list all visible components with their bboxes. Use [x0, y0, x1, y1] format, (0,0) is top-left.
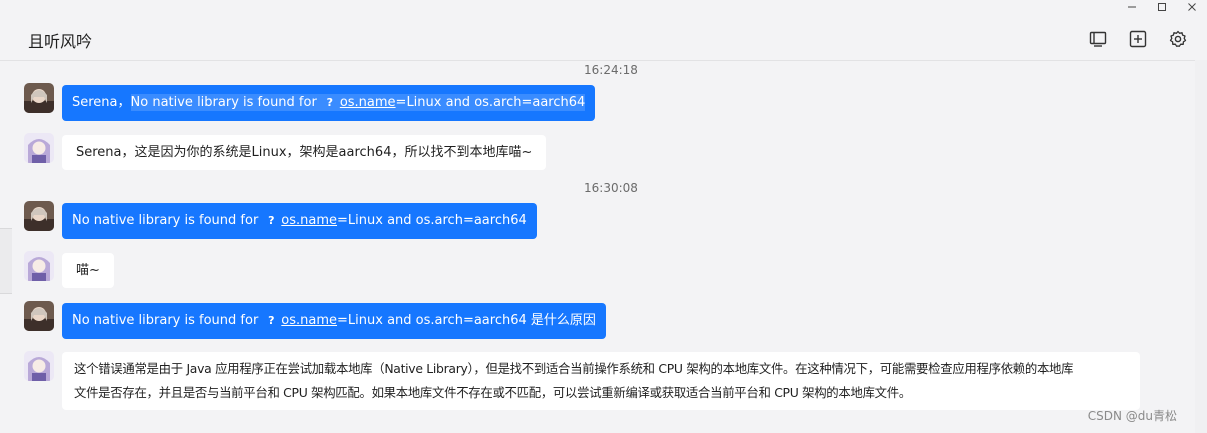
header-toolbar — [1087, 28, 1189, 50]
message-link[interactable]: os.name — [281, 313, 337, 328]
left-panel-edge — [0, 228, 12, 294]
minimize-icon[interactable] — [1117, 0, 1147, 14]
user-avatar[interactable] — [24, 301, 54, 331]
message-bubble-sent[interactable]: No native library is found for? os.name=L… — [62, 203, 537, 239]
selected-text: No native library is found for? os.name=L… — [130, 94, 586, 111]
message-text: Serena， — [72, 95, 131, 110]
message-bubble-sent[interactable]: Serena，No native library is found for? os… — [62, 85, 596, 121]
timestamp: 16:30:08 — [584, 181, 638, 195]
message-text: =Linux and os.arch=aarch64 是什么原因 — [337, 313, 596, 328]
message-text: =Linux and os.arch=aarch64 — [395, 95, 586, 110]
message-text: No native library is found for — [130, 95, 317, 110]
settings-icon[interactable] — [1167, 28, 1189, 50]
user-avatar[interactable] — [24, 83, 54, 113]
message-text: =Linux and os.arch=aarch64 — [337, 213, 527, 228]
message-text: 这个错误通常是由于 Java 应用程序正在尝试加载本地库（Native Libr… — [74, 361, 1074, 376]
chat-title: 且听风吟 — [28, 32, 93, 51]
message-text: No native library is found for — [72, 213, 259, 228]
message-bubble-received[interactable]: Serena，这是因为你的系统是Linux，架构是aarch64，所以找不到本地… — [62, 135, 547, 170]
message-text: No native library is found for — [72, 313, 259, 328]
message-text: 喵~ — [76, 263, 100, 278]
timestamp: 16:24:18 — [584, 63, 638, 77]
maximize-icon[interactable] — [1147, 0, 1177, 14]
bot-avatar[interactable] — [24, 351, 54, 381]
scrollbar-track[interactable] — [1195, 60, 1207, 433]
user-avatar[interactable] — [24, 201, 54, 231]
add-icon[interactable] — [1127, 28, 1149, 50]
screen-share-icon[interactable] — [1087, 28, 1109, 50]
message-text: Serena，这是因为你的系统是Linux，架构是aarch64，所以找不到本地… — [76, 145, 533, 160]
message-link[interactable]: os.name — [340, 95, 396, 110]
message-bubble-sent[interactable]: No native library is found for? os.name=L… — [62, 303, 606, 339]
chat-header: 且听风吟 — [0, 14, 1207, 61]
message-bubble-received[interactable]: 这个错误通常是由于 Java 应用程序正在尝试加载本地库（Native Libr… — [62, 352, 1140, 410]
message-text: 文件是否存在，并且是否与当前平台和 CPU 架构匹配。如果本地库文件不存在或不匹… — [74, 385, 911, 400]
bot-avatar[interactable] — [24, 251, 54, 281]
message-link[interactable]: os.name — [281, 213, 337, 228]
watermark: CSDN @du青松 — [1087, 409, 1177, 423]
message-bubble-received[interactable]: 喵~ — [62, 253, 114, 288]
question-icon: ? — [268, 214, 275, 227]
question-icon: ? — [268, 314, 275, 327]
question-icon: ? — [326, 96, 333, 109]
close-icon[interactable] — [1177, 0, 1207, 14]
bot-avatar[interactable] — [24, 133, 54, 163]
